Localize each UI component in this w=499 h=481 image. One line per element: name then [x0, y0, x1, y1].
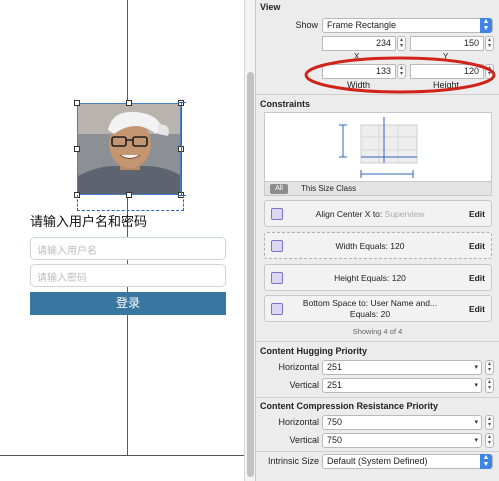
username-field[interactable]: 请输入用户名: [30, 237, 226, 260]
size-class-bar: All This Size Class: [264, 181, 492, 196]
popup-value: Default (System Defined): [327, 456, 428, 466]
resize-handle-top-left[interactable]: [74, 100, 80, 106]
popup-value: 251: [327, 362, 343, 372]
chevron-down-icon: ▾: [474, 419, 478, 426]
resize-handle-top[interactable]: [126, 100, 132, 106]
show-label: Show: [295, 20, 318, 30]
x-field[interactable]: 234: [322, 36, 396, 51]
edit-button[interactable]: Edit: [469, 241, 485, 251]
constraint-row-center-x[interactable]: Align Center X to: Superview Edit: [264, 200, 492, 227]
chevron-down-icon: ▾: [474, 364, 478, 371]
canvas-scrollbar[interactable]: [244, 0, 256, 481]
width-constraint-icon: [271, 240, 283, 252]
y-stepper-icon[interactable]: ▴ ▾: [485, 36, 494, 51]
compression-vertical-stepper-icon[interactable]: ▴ ▾: [485, 433, 494, 448]
all-size-class-button[interactable]: All: [270, 184, 288, 194]
popup-value: 750: [327, 435, 343, 445]
compression-horizontal-popup[interactable]: 750 ▾: [322, 415, 482, 430]
height-constraint-icon: [271, 272, 283, 284]
chevron-down-icon: ▾: [474, 437, 478, 444]
constraint-row-width[interactable]: Width Equals: 120 Edit: [264, 232, 492, 259]
compression-horizontal-stepper-icon[interactable]: ▴ ▾: [485, 415, 494, 430]
compression-vertical-label: Vertical: [289, 435, 319, 445]
red-annotation-ellipse: [304, 56, 496, 94]
form-title-label: 请输入用户名和密码: [30, 215, 148, 230]
size-class-label: This Size Class: [301, 184, 357, 193]
size-inspector-panel: View Show Frame Rectangle ▲ ▼ 234 ▴ ▾ 150 …: [256, 0, 499, 481]
y-field[interactable]: 150: [410, 36, 484, 51]
hugging-horizontal-stepper-icon[interactable]: ▴ ▾: [485, 360, 494, 375]
selection-outline: [77, 103, 181, 195]
constraint-label: Align Center X to:: [315, 209, 383, 219]
hugging-horizontal-label: Horizontal: [278, 362, 319, 372]
show-popup[interactable]: Frame Rectangle ▲ ▼: [322, 18, 493, 33]
edit-button[interactable]: Edit: [469, 209, 485, 219]
divider: [256, 341, 499, 342]
height-constraint-cap-top: [178, 102, 186, 103]
constraint-line2: Equals: 20: [349, 309, 391, 319]
hugging-horizontal-popup[interactable]: 251 ▾: [322, 360, 482, 375]
edit-button[interactable]: Edit: [469, 273, 485, 283]
hugging-vertical-stepper-icon[interactable]: ▴ ▾: [485, 378, 494, 393]
show-popup-value: Frame Rectangle: [327, 20, 397, 30]
popup-value: 251: [327, 380, 343, 390]
constraint-label: Height Equals: 120: [334, 273, 406, 283]
popup-chevron-icon: ▲ ▼: [480, 18, 492, 33]
constraint-text: Align Center X to: Superview: [289, 209, 451, 219]
password-field[interactable]: 请输入密码: [30, 264, 226, 287]
scrollbar-thumb[interactable]: [247, 72, 254, 477]
constraint-row-height[interactable]: Height Equals: 120 Edit: [264, 264, 492, 291]
compression-horizontal-label: Horizontal: [278, 417, 319, 427]
hugging-vertical-label: Vertical: [289, 380, 319, 390]
view-section-title: View: [260, 2, 281, 12]
divider: [256, 397, 499, 398]
constraint-target: Superview: [384, 209, 425, 219]
popup-chevron-icon: ▲ ▼: [480, 454, 492, 469]
compression-section-title: Content Compression Resistance Priority: [260, 401, 439, 411]
constraints-section-title: Constraints: [260, 99, 311, 109]
height-constraint-indicator: [181, 103, 186, 195]
chevron-down-icon: ▾: [474, 382, 478, 389]
constraint-label: Width Equals: 120: [335, 241, 405, 251]
constraint-row-bottom-space[interactable]: Bottom Space to: User Name and... Equals…: [264, 295, 492, 322]
resize-handle-left[interactable]: [74, 146, 80, 152]
constraints-count: Showing 4 of 4: [352, 327, 403, 336]
hugging-vertical-popup[interactable]: 251 ▾: [322, 378, 482, 393]
canvas-bottom-edge: [0, 455, 244, 456]
storyboard-canvas[interactable]: 请输入用户名和密码 请输入用户名 请输入密码 登录: [0, 0, 244, 481]
divider: [256, 451, 499, 452]
bottom-space-constraint-icon: [271, 303, 283, 315]
constraint-line1: Bottom Space to: User Name and...: [302, 298, 438, 308]
constraint-text: Bottom Space to: User Name and... Equals…: [289, 298, 451, 320]
intrinsic-size-popup[interactable]: Default (System Defined) ▲ ▼: [322, 454, 493, 469]
intrinsic-size-label: Intrinsic Size: [267, 456, 319, 466]
edit-button[interactable]: Edit: [469, 304, 485, 314]
popup-value: 750: [327, 417, 343, 427]
x-stepper-icon[interactable]: ▴ ▾: [397, 36, 406, 51]
bottom-space-constraint-indicator: [77, 195, 184, 211]
hugging-section-title: Content Hugging Priority: [260, 346, 367, 356]
align-center-x-icon: [271, 208, 283, 220]
divider: [256, 94, 499, 95]
login-button[interactable]: 登录: [30, 292, 226, 315]
compression-vertical-popup[interactable]: 750 ▾: [322, 433, 482, 448]
